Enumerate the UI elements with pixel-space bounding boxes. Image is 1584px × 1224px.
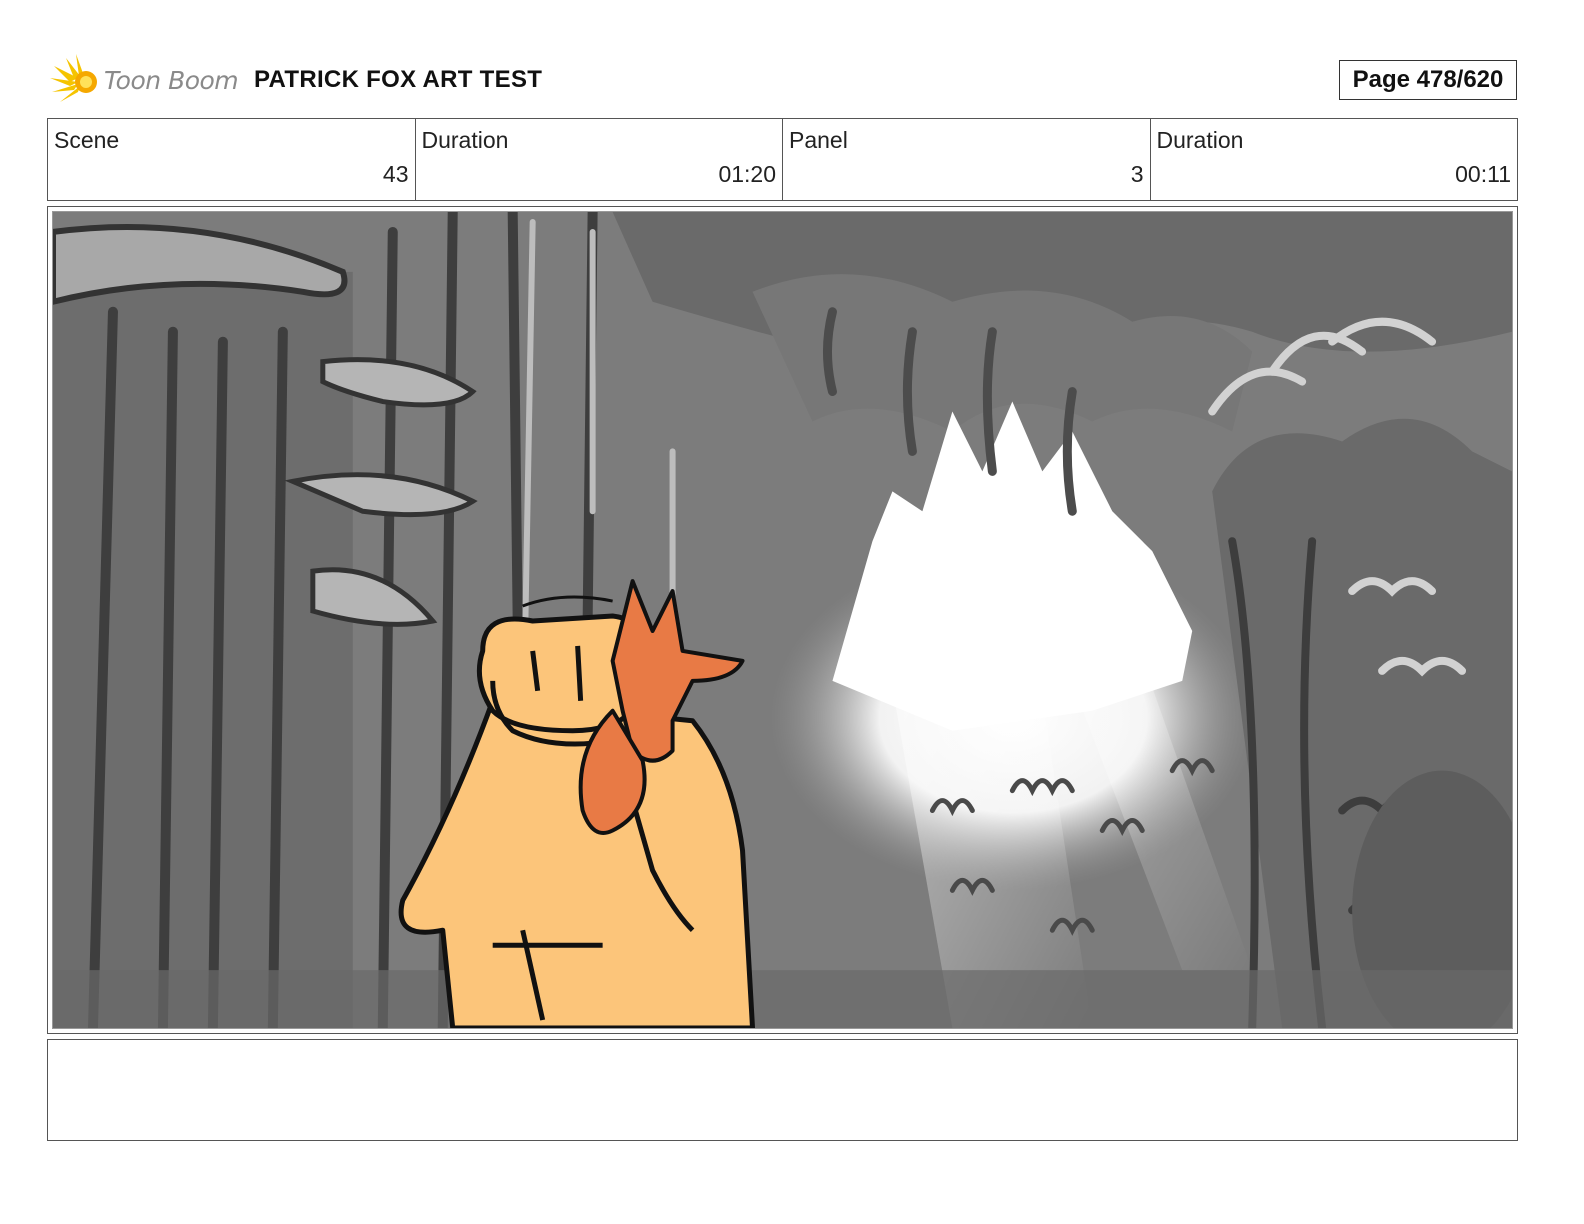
storyboard-panel-frame xyxy=(47,206,1518,1034)
scene-duration-value: 01:20 xyxy=(718,161,776,187)
scene-info-table: Scene 43 Duration 01:20 Panel 3 Duration… xyxy=(47,118,1518,201)
forest-scene-illustration xyxy=(53,212,1512,1028)
scene-label: Scene xyxy=(54,127,120,153)
logo-text: Toon Boom xyxy=(104,66,239,95)
panel-notes-box xyxy=(47,1039,1518,1141)
scene-duration-label: Duration xyxy=(421,127,509,153)
panel-cell: Panel 3 xyxy=(783,119,1151,200)
panel-duration-label: Duration xyxy=(1156,127,1244,153)
scene-value: 43 xyxy=(382,161,409,187)
scene-duration-cell: Duration 01:20 xyxy=(416,119,783,200)
storyboard-panel-image xyxy=(52,211,1513,1029)
scene-cell: Scene 43 xyxy=(48,119,416,200)
panel-value: 3 xyxy=(1130,161,1144,187)
panel-duration-cell: Duration 00:11 xyxy=(1151,119,1518,200)
toon-boom-logo: Toon Boom xyxy=(48,52,239,110)
page-number: Page 478/620 xyxy=(1339,60,1517,100)
panel-duration-value: 00:11 xyxy=(1455,161,1511,187)
panel-label: Panel xyxy=(789,127,848,153)
project-title: PATRICK FOX ART TEST xyxy=(254,66,543,93)
